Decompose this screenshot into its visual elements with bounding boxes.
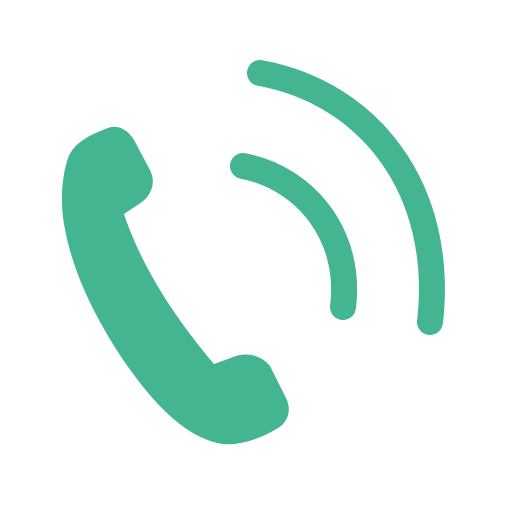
signal-wave-inner [230, 153, 358, 320]
phone-ringing-icon [61, 60, 445, 445]
phone-call-icon-container [0, 0, 512, 512]
